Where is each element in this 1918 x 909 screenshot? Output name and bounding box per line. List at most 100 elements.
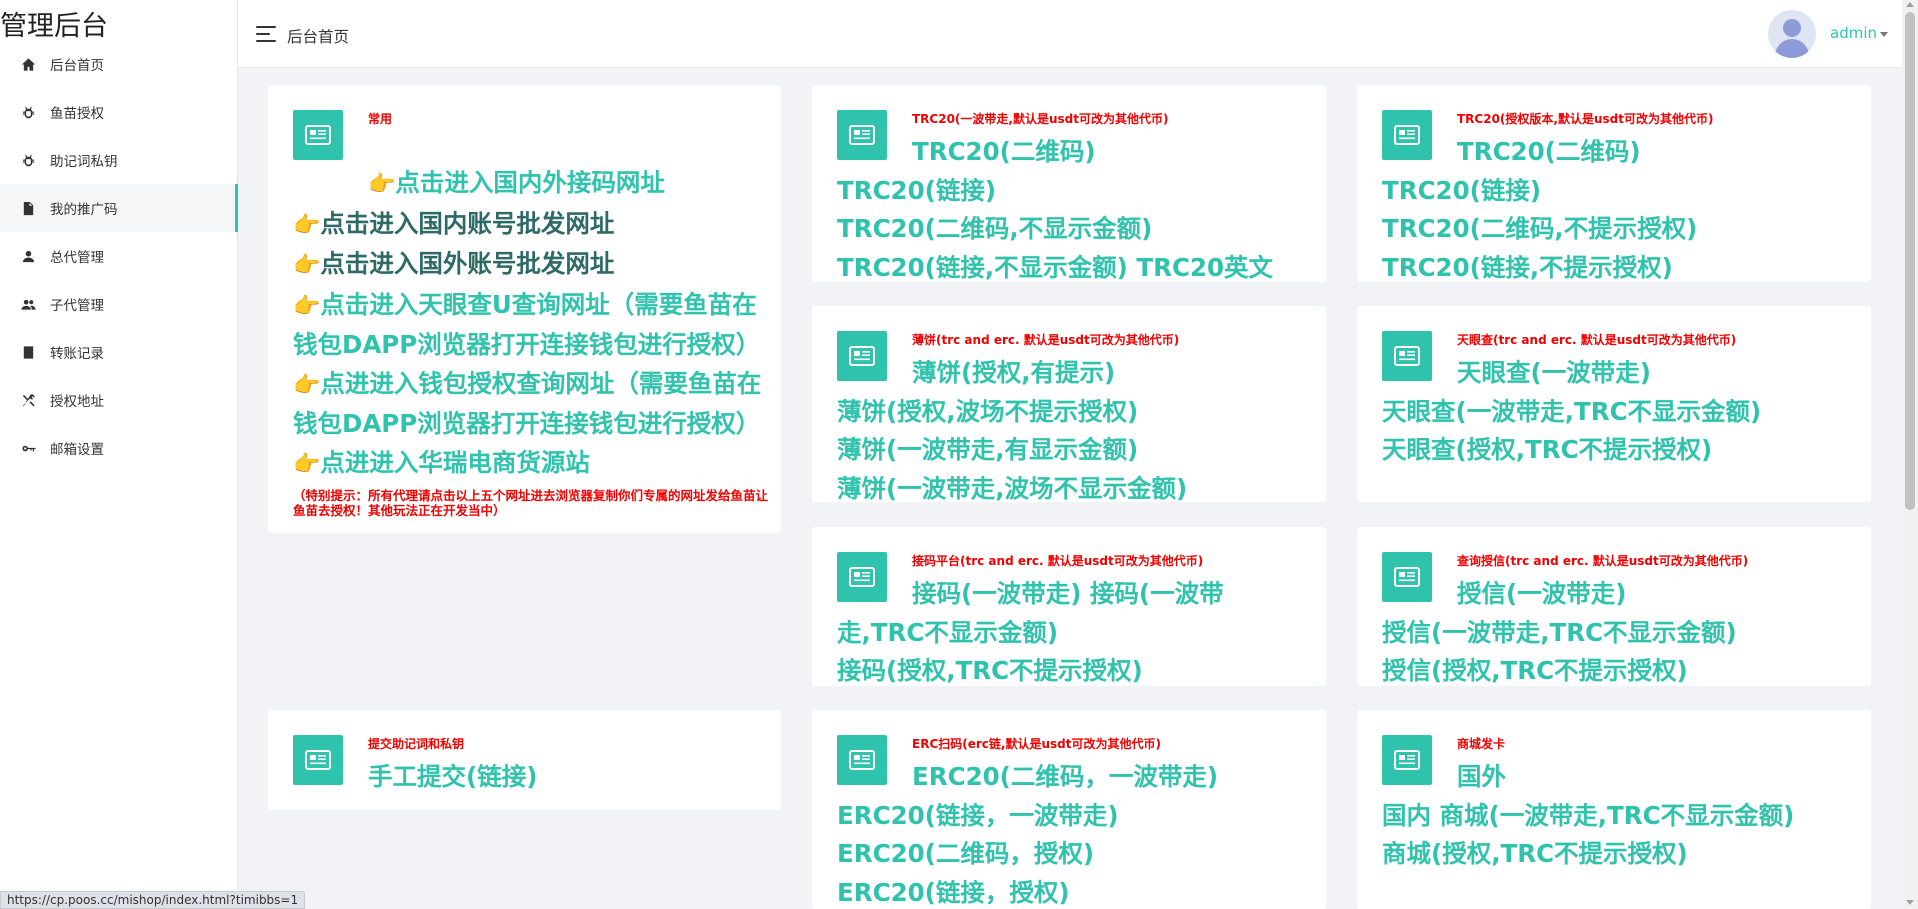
sidebar-item-auth-address[interactable]: 授权地址: [0, 376, 238, 424]
scroll-up-arrow-icon[interactable]: [1906, 2, 1914, 7]
link-wallet-auth-query[interactable]: 点进进入钱包授权查询网址（需要鱼苗在钱包DAPP浏览器打开连接钱包进行授权）: [293, 369, 761, 439]
sidebar-item-general-agent[interactable]: 总代管理: [0, 232, 238, 280]
link-bobing-auth-no-prompt[interactable]: 薄饼(授权,波场不提示授权): [837, 397, 1138, 426]
link-trc20-auth-link[interactable]: TRC20(链接): [1382, 176, 1541, 205]
card-title: 常用: [368, 112, 393, 126]
link-shouxin-auth-no-prompt[interactable]: 授信(授权,TRC不提示授权): [1382, 656, 1688, 685]
link-jiema-sweep[interactable]: 接码(一波带走): [912, 579, 1081, 608]
card-trc20: TRC20(一波带走,默认是usdt可改为其他代币) TRC20(二维码) TR…: [812, 85, 1326, 282]
ledger-icon: [20, 344, 36, 360]
sidebar-item-email-settings[interactable]: 邮箱设置: [0, 424, 238, 472]
topbar: 后台首页 admin: [238, 0, 1918, 68]
link-manual-submit[interactable]: 手工提交(链接): [368, 762, 537, 791]
link-shop-foreign[interactable]: 国外: [1457, 762, 1506, 791]
link-bobing-sweep-no-amount[interactable]: 薄饼(一波带走,波场不显示金额): [837, 474, 1187, 503]
pointing-hand-icon: 👉: [293, 212, 321, 238]
card-links: 接码(一波带走) 接码(一波带走,TRC不显示金额) 接码(授权,TRC不提示授…: [837, 575, 1257, 686]
bug-icon: [20, 104, 36, 120]
link-jiema-auth-no-prompt[interactable]: 接码(授权,TRC不提示授权): [837, 656, 1143, 685]
link-tianyancha-sweep[interactable]: 天眼查(一波带走): [1457, 358, 1651, 387]
key-icon: [20, 440, 36, 456]
link-tianyancha-sweep-no-amount[interactable]: 天眼查(一波带走,TRC不显示金额): [1382, 397, 1761, 426]
sidebar: 管理后台 后台首页 鱼苗授权 助记词私钥 我的推广码 总代管理 子代管理 转账记…: [0, 0, 238, 909]
link-trc20-auth-link-no-prompt[interactable]: TRC20(链接,不提示授权): [1382, 253, 1673, 282]
sidebar-item-label: 转账记录: [50, 346, 104, 362]
link-erc20-qrcode-auth[interactable]: ERC20(二维码，授权): [837, 839, 1094, 868]
sidebar-item-mnemonic[interactable]: 助记词私钥: [0, 136, 238, 184]
page-title: 后台首页: [287, 28, 350, 46]
sidebar-item-label: 后台首页: [50, 58, 104, 74]
sidebar-item-label: 邮箱设置: [50, 442, 104, 458]
menu-toggle-icon[interactable]: [256, 26, 276, 42]
card-links: ERC20(二维码，一波带走) ERC20(链接，一波带走) ERC20(二维码…: [837, 758, 1317, 909]
card-common: 常用 👉点击进入国内外接码网址 👉点击进入国内账号批发网址 👉点击进入国外账号批…: [268, 85, 781, 533]
card-links: 国外 国内 商城(一波带走,TRC不显示金额) 商城(授权,TRC不提示授权): [1382, 758, 1862, 874]
card-jiema: 接码平台(trc and erc. 默认是usdt可改为其他代币) 接码(一波带…: [812, 527, 1326, 686]
link-tianyancha-auth-no-prompt[interactable]: 天眼查(授权,TRC不提示授权): [1382, 435, 1712, 464]
card-submit-mnemonic: 提交助记词和私钥 手工提交(链接): [268, 710, 781, 810]
sidebar-item-label: 子代管理: [50, 298, 104, 314]
brand-title: 管理后台: [0, 11, 108, 42]
card-title: 接码平台(trc and erc. 默认是usdt可改为其他代币): [912, 554, 1204, 568]
link-trc20-auth-qrcode-no-prompt[interactable]: TRC20(二维码,不提示授权): [1382, 214, 1697, 243]
sidebar-item-sub-agent[interactable]: 子代管理: [0, 280, 238, 328]
sidebar-item-fish-auth[interactable]: 鱼苗授权: [0, 88, 238, 136]
user-menu[interactable]: admin: [1830, 24, 1877, 42]
link-shouxin-sweep-no-amount[interactable]: 授信(一波带走,TRC不显示金额): [1382, 618, 1737, 647]
card-title: TRC20(一波带走,默认是usdt可改为其他代币): [912, 112, 1169, 126]
pointing-hand-icon: 👉: [293, 451, 321, 477]
card-title: ERC扫码(erc链,默认是usdt可改为其他代币): [912, 737, 1161, 751]
card-trc20-auth: TRC20(授权版本,默认是usdt可改为其他代币) TRC20(二维码) TR…: [1357, 85, 1871, 282]
sidebar-item-home[interactable]: 后台首页: [0, 40, 238, 88]
link-shop-sweep-no-amount[interactable]: 商城(一波带走,TRC不显示金额): [1440, 801, 1795, 830]
link-trc20-qrcode[interactable]: TRC20(二维码): [912, 137, 1096, 166]
sidebar-menu: 后台首页 鱼苗授权 助记词私钥 我的推广码 总代管理 子代管理 转账记录 授权地…: [0, 40, 238, 472]
caret-down-icon[interactable]: [1880, 32, 1888, 37]
card-links: TRC20(二维码) TRC20(链接) TRC20(二维码,不提示授权) TR…: [1382, 133, 1862, 282]
card-shouxin: 查询授信(trc and erc. 默认是usdt可改为其他代币) 授信(一波带…: [1357, 527, 1871, 686]
link-code-receiving-site[interactable]: 点击进入国内外接码网址: [395, 168, 665, 197]
link-erc20-link-sweep[interactable]: ERC20(链接，一波带走): [837, 801, 1119, 830]
link-shop-auth-no-prompt[interactable]: 商城(授权,TRC不提示授权): [1382, 839, 1688, 868]
link-erc20-link-auth[interactable]: ERC20(链接，授权): [837, 878, 1070, 907]
card-erc: ERC扫码(erc链,默认是usdt可改为其他代币) ERC20(二维码，一波带…: [812, 710, 1326, 909]
link-erc20-qrcode-sweep[interactable]: ERC20(二维码，一波带走): [912, 762, 1218, 791]
link-shouxin-sweep[interactable]: 授信(一波带走): [1457, 579, 1626, 608]
card-title: 天眼查(trc and erc. 默认是usdt可改为其他代币): [1457, 333, 1737, 347]
card-shop: 商城发卡 国外 国内 商城(一波带走,TRC不显示金额) 商城(授权,TRC不提…: [1357, 710, 1871, 909]
card-title: 查询授信(trc and erc. 默认是usdt可改为其他代币): [1457, 554, 1749, 568]
card-links: 手工提交(链接): [293, 758, 763, 797]
avatar[interactable]: [1768, 10, 1816, 58]
link-trc20-qrcode-no-amount[interactable]: TRC20(二维码,不显示金额): [837, 214, 1152, 243]
special-note: （特别提示：所有代理请点击以上五个网址进去浏览器复制你们专属的网址发给鱼苗让鱼苗…: [293, 488, 769, 518]
link-trc20-link[interactable]: TRC20(链接): [837, 176, 996, 205]
sidebar-item-promo-code[interactable]: 我的推广码: [0, 184, 238, 232]
pointing-hand-icon: 👉: [293, 253, 321, 278]
tools-icon: [20, 392, 36, 408]
card-links: 👉点击进入国内外接码网址 👉点击进入国内账号批发网址 👉点击进入国外账号批发网址…: [293, 164, 768, 518]
card-title: TRC20(授权版本,默认是usdt可改为其他代币): [1457, 112, 1714, 126]
card-links: 薄饼(授权,有提示) 薄饼(授权,波场不提示授权) 薄饼(一波带走,有显示金额)…: [837, 354, 1317, 502]
link-trc20-link-no-amount[interactable]: TRC20(链接,不显示金额): [837, 253, 1128, 282]
users-icon: [20, 296, 36, 312]
link-trc20-auth-qrcode[interactable]: TRC20(二维码): [1457, 137, 1641, 166]
pointing-hand-icon: 👉: [293, 293, 321, 319]
card-title: 提交助记词和私钥: [368, 737, 465, 751]
document-icon: [20, 200, 36, 216]
sidebar-item-label: 授权地址: [50, 394, 104, 410]
card-bobing: 薄饼(trc and erc. 默认是usdt可改为其他代币) 薄饼(授权,有提…: [812, 306, 1326, 502]
sidebar-item-transfers[interactable]: 转账记录: [0, 328, 238, 376]
link-foreign-account-wholesale[interactable]: 点击进入国外账号批发网址: [320, 249, 614, 278]
scrollbar-thumb[interactable]: [1905, 12, 1915, 510]
link-shop-domestic[interactable]: 国内: [1382, 801, 1431, 830]
pointing-hand-icon: 👉: [293, 372, 321, 398]
link-huarui-supply-site[interactable]: 点进进入华瑞电商货源站: [320, 448, 590, 477]
link-tianyancha-u-query[interactable]: 点击进入天眼查U查询网址（需要鱼苗在钱包DAPP浏览器打开连接钱包进行授权）: [293, 290, 760, 360]
pointing-hand-icon: 👉: [368, 172, 396, 197]
link-trc20-english[interactable]: TRC20英文: [1136, 253, 1273, 282]
link-domestic-account-wholesale[interactable]: 点击进入国内账号批发网址: [320, 209, 614, 238]
scroll-down-arrow-icon[interactable]: [1906, 900, 1914, 905]
link-bobing-sweep-amount[interactable]: 薄饼(一波带走,有显示金额): [837, 435, 1138, 464]
card-links: TRC20(二维码) TRC20(链接) TRC20(二维码,不显示金额) TR…: [837, 133, 1317, 282]
link-bobing-auth-prompt[interactable]: 薄饼(授权,有提示): [912, 358, 1115, 387]
